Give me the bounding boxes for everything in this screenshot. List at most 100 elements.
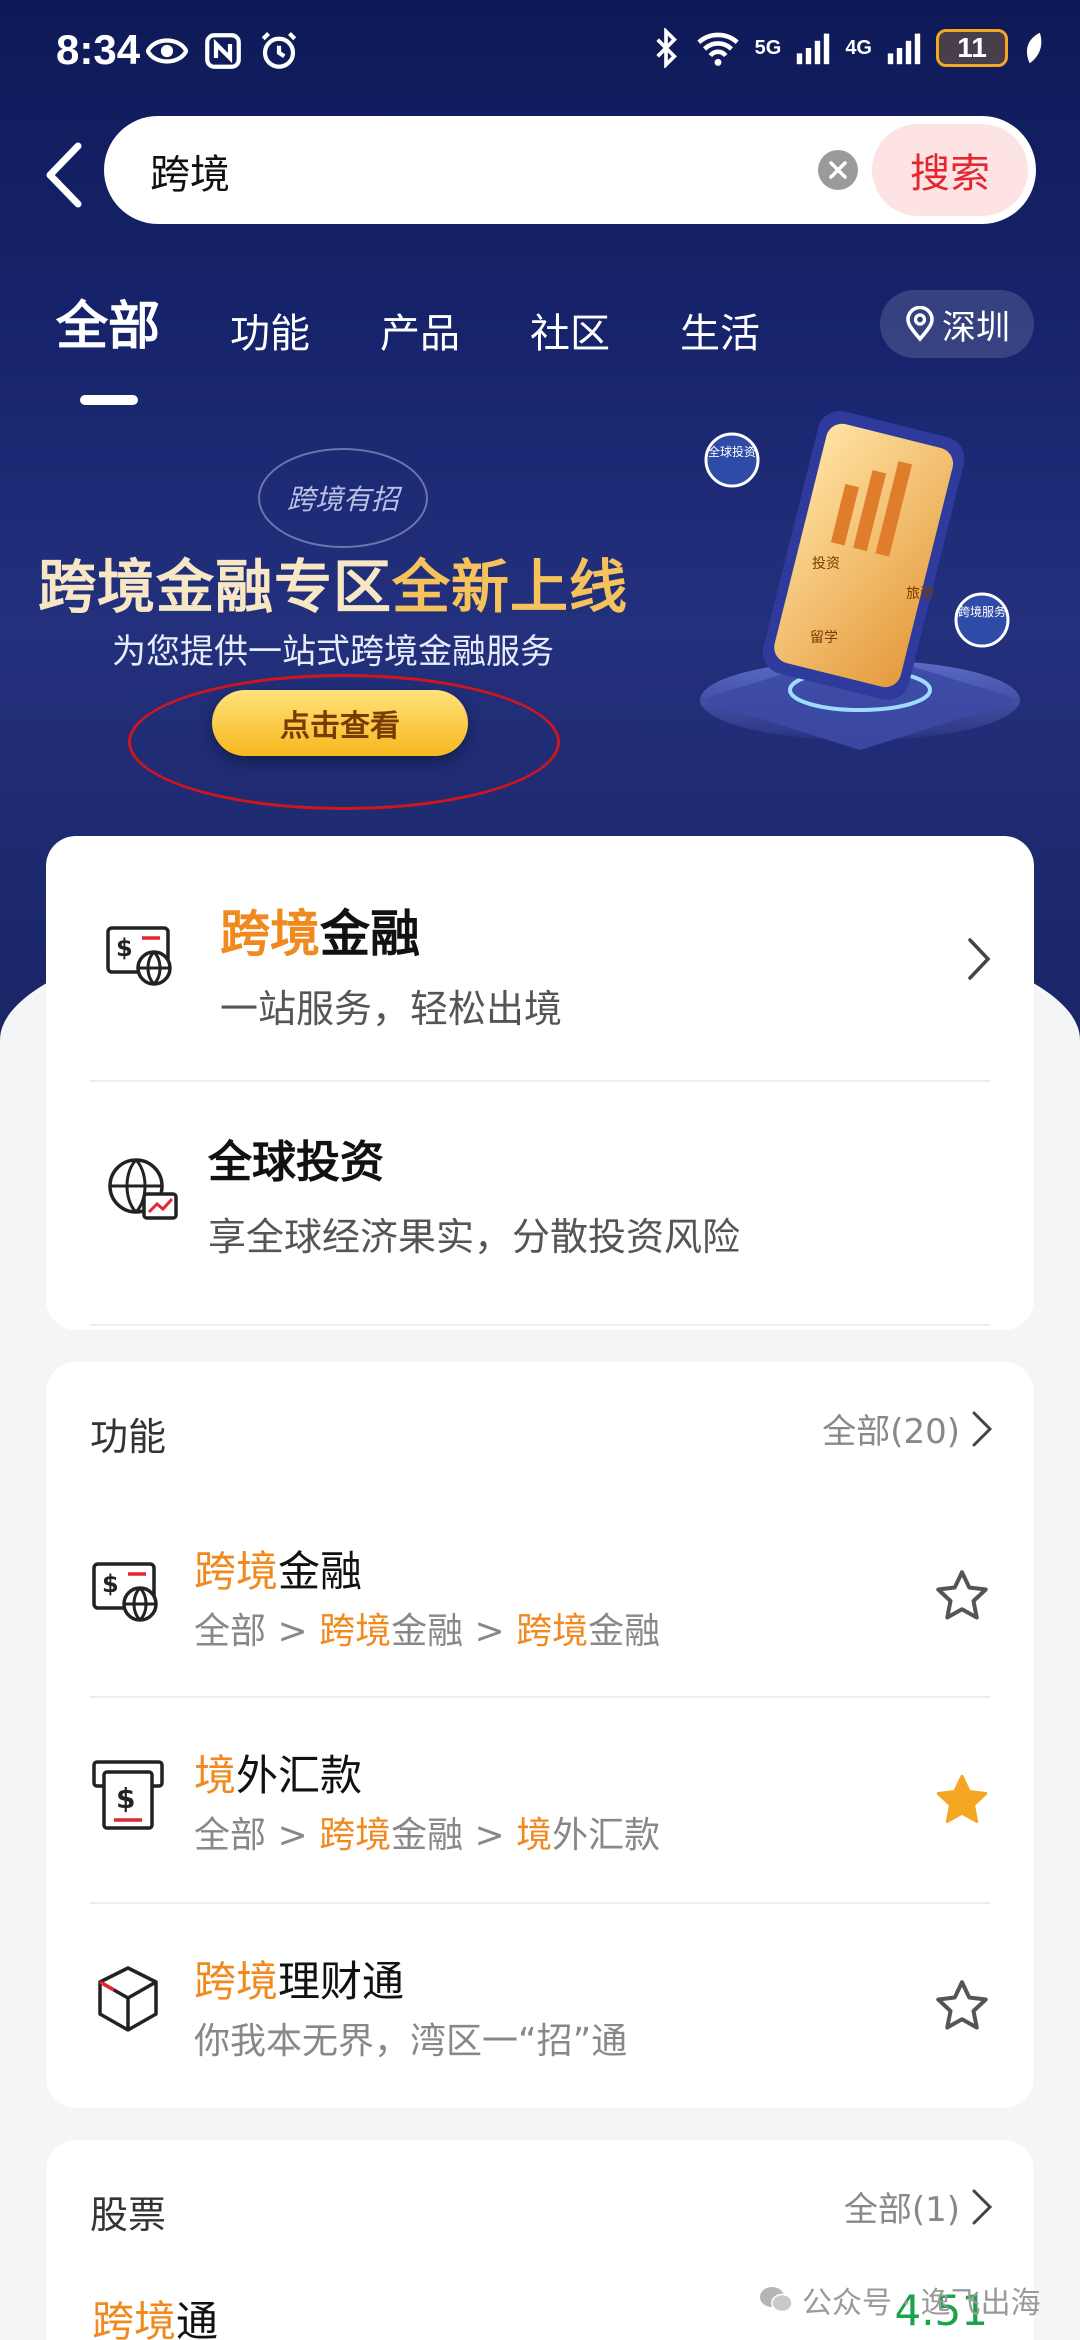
banner-subtitle: 为您提供一站式跨境金融服务 <box>112 632 554 672</box>
stocks-view-all-link[interactable]: 全部(1) <box>844 2182 994 2231</box>
watermark-text: 公众号 · 逸飞出海 <box>802 2286 1041 2321</box>
path-highlight: 跨境 <box>319 1815 392 1856</box>
featured-item-subtitle: 享全球经济果实，分散投资风险 <box>208 1215 741 1259</box>
featured-item-global-invest[interactable]: 全球投资 享全球经济果实，分散投资风险 <box>46 1082 1034 1322</box>
signal-4g-icon <box>887 33 921 65</box>
art-label-invest: 投资 <box>812 556 840 572</box>
functions-section: 功能 全部(20) $ 跨境金融 全部 > 跨境金融 > 跨境金融 $ 境外汇款… <box>46 1362 1034 2108</box>
remittance-icon: $ <box>92 1760 164 1830</box>
path-part: 全部 > <box>194 1815 320 1856</box>
stock-name-rest: 通 <box>176 2297 219 2340</box>
chevron-right-icon <box>972 1411 993 1446</box>
svg-text:$: $ <box>116 934 133 962</box>
location-label: 深圳 <box>942 307 1010 348</box>
red-annotation-circle <box>128 674 560 810</box>
global-invest-icon <box>108 1158 178 1220</box>
path-part: 全部 > <box>194 1611 320 1652</box>
featured-item-title-rest: 金融 <box>320 905 420 963</box>
back-arrow-icon[interactable] <box>38 140 88 210</box>
search-button[interactable]: 搜索 <box>872 124 1028 216</box>
status-time: 8:34 <box>56 26 141 73</box>
category-tabs: 全部 功能 产品 社区 生活 <box>56 284 830 405</box>
chevron-right-icon <box>968 938 991 980</box>
featured-item-title: 全球投资 <box>208 1137 384 1188</box>
function-item-title: 境外汇款 <box>194 1742 362 1803</box>
battery-indicator: 11 <box>936 29 1008 67</box>
function-item-path: 全部 > 跨境金融 > 跨境金融 <box>194 1602 660 1654</box>
status-bar: 8:34 5G 4G 11 <box>0 0 1080 100</box>
svg-text:$: $ <box>116 1782 135 1815</box>
wealth-connect-icon <box>98 1966 158 2032</box>
tab-all-label: 全部 <box>56 297 161 357</box>
leaf-icon <box>1026 32 1042 64</box>
location-pin-icon <box>906 306 934 342</box>
featured-item-title: 跨境金融 <box>220 894 420 966</box>
star-filled-icon[interactable] <box>932 1770 992 1830</box>
path-highlight: 跨境 <box>319 1611 392 1652</box>
function-item-title: 跨境金融 <box>194 1538 362 1599</box>
divider <box>90 1902 990 1904</box>
section-title: 功能 <box>90 1415 167 1459</box>
location-selector[interactable]: 深圳 <box>880 290 1034 358</box>
art-label-global-invest: 全球投资 <box>708 444 756 459</box>
wifi-icon <box>696 32 739 66</box>
star-outline-icon[interactable] <box>932 1566 992 1626</box>
status-left-icons <box>146 30 300 72</box>
banner-title-part2: 全新上线 <box>392 553 629 621</box>
active-tab-indicator <box>80 395 138 405</box>
search-input[interactable]: 跨境 <box>150 142 230 200</box>
banner-title: 跨境金融专区全新上线 <box>38 540 628 624</box>
path-part: 金融 > <box>391 1815 517 1856</box>
title-highlight: 跨境 <box>194 1547 279 1596</box>
title-highlight: 境 <box>194 1751 237 1800</box>
tab-functions[interactable]: 功能 <box>230 301 310 359</box>
function-item[interactable]: $ 跨境金融 全部 > 跨境金融 > 跨境金融 <box>46 1502 1034 1702</box>
chevron-right-icon <box>972 2189 993 2224</box>
divider <box>90 1324 990 1326</box>
network-4g-label: 4G <box>845 36 872 59</box>
path-part: 外汇款 <box>552 1815 661 1856</box>
function-item[interactable]: 跨境理财通 你我本无界，湾区一“招”通 <box>46 1914 1034 2104</box>
bluetooth-icon <box>655 28 677 68</box>
clear-search-button[interactable] <box>818 150 858 190</box>
art-label-cross-border-service: 跨境服务 <box>958 604 1006 619</box>
signal-5g-icon <box>797 33 830 65</box>
svg-text:$: $ <box>102 1570 119 1598</box>
art-label-study: 留学 <box>810 630 838 646</box>
title-rest: 理财通 <box>278 1957 405 2006</box>
featured-card: $ 跨境金融 一站服务，轻松出境 全球投资 享全球经济果实，分散投资风险 <box>46 836 1034 1330</box>
search-box[interactable]: 跨境 搜索 <box>104 116 1036 224</box>
tab-products[interactable]: 产品 <box>380 301 460 359</box>
banner-title-part1: 跨境金融专区 <box>38 553 393 621</box>
tab-all[interactable]: 全部 <box>56 284 161 405</box>
view-all-label: 全部(1) <box>843 2190 960 2230</box>
star-outline-icon[interactable] <box>932 1976 992 2036</box>
function-item[interactable]: $ 境外汇款 全部 > 跨境金融 > 境外汇款 <box>46 1708 1034 1908</box>
eye-icon <box>146 38 188 64</box>
art-label-travel: 旅游 <box>906 586 934 602</box>
stock-name-highlight: 跨境 <box>92 2297 177 2340</box>
watermark: 公众号 · 逸飞出海 <box>758 2278 1041 2322</box>
section-title: 股票 <box>90 2193 167 2237</box>
path-part: 金融 > <box>391 1611 517 1652</box>
alarm-icon <box>261 32 297 69</box>
path-part: 金融 <box>588 1611 661 1652</box>
tab-life[interactable]: 生活 <box>680 301 760 359</box>
function-item-subtitle: 你我本无界，湾区一“招”通 <box>194 2021 628 2062</box>
tab-community[interactable]: 社区 <box>530 301 610 359</box>
banner-phone-illustration: 全球投资 投资 旅游 留学 跨境服务 <box>700 410 1020 750</box>
title-rest: 金融 <box>278 1547 363 1596</box>
cross-border-finance-icon: $ <box>106 926 172 986</box>
wechat-icon <box>760 2287 793 2313</box>
network-5g-label: 5G <box>754 36 782 59</box>
path-highlight: 跨境 <box>516 1611 589 1652</box>
title-highlight: 跨境 <box>194 1957 279 2006</box>
divider <box>90 1696 990 1698</box>
banner-seal-logo: 跨境有招 <box>258 448 428 548</box>
functions-view-all-link[interactable]: 全部(20) <box>822 1404 994 1453</box>
featured-item-cross-border-finance[interactable]: $ 跨境金融 一站服务，轻松出境 <box>46 836 1034 1080</box>
stock-item-name[interactable]: 跨境通 <box>92 2288 218 2340</box>
path-highlight: 境 <box>516 1815 553 1856</box>
clear-icon <box>829 161 847 179</box>
featured-item-subtitle: 一站服务，轻松出境 <box>220 987 563 1031</box>
